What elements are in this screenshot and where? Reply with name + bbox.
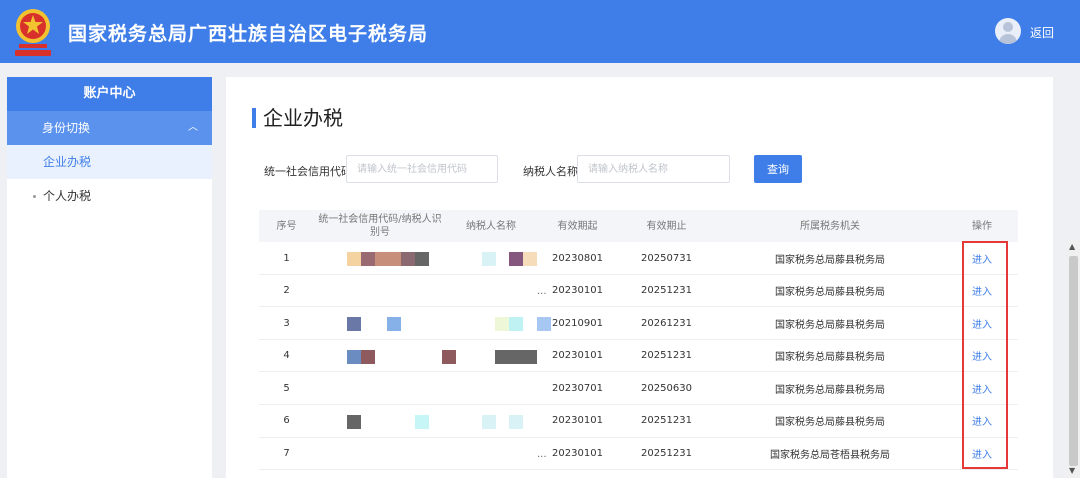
- tax-authority: 国家税务总局苍梧县税务局: [770, 450, 890, 462]
- bullet-dot-icon: [33, 195, 36, 198]
- sidebar-item-label: 个人办税: [43, 189, 92, 203]
- redacted-mosaic: [495, 317, 509, 332]
- query-button[interactable]: 查询: [754, 155, 802, 183]
- sidebar: 账户中心 身份切换 ︿ 企业办税 个人办税: [7, 77, 212, 478]
- valid-to: 20251231: [641, 285, 692, 297]
- valid-to: 20251231: [641, 415, 692, 427]
- valid-from: 20230101: [552, 448, 603, 460]
- sidebar-heading: 账户中心: [7, 77, 212, 111]
- row-index: 7: [283, 448, 290, 460]
- redacted-mosaic: [387, 317, 401, 332]
- column-header: 纳税人名称: [466, 220, 516, 232]
- valid-from: 20210901: [552, 317, 603, 329]
- enter-link[interactable]: 进入: [959, 340, 1005, 372]
- row-index: 3: [283, 317, 290, 329]
- valid-to: 20250630: [641, 382, 692, 394]
- valid-from: 20230101: [552, 415, 603, 427]
- redacted-mosaic: [415, 252, 429, 266]
- column-header: 序号: [276, 220, 297, 232]
- valid-to: 20261231: [641, 317, 692, 329]
- row-index: 5: [283, 382, 290, 394]
- redacted-mosaic: [509, 414, 523, 429]
- valid-to: 20250731: [641, 252, 692, 264]
- column-header: 统一社会信用代码/纳税人识别号: [318, 214, 442, 238]
- tax-authority: 国家税务总局藤县税务局: [775, 287, 885, 299]
- redacted-mosaic: [415, 414, 429, 429]
- valid-from: 20230101: [552, 350, 603, 362]
- sidebar-item-personal-tax[interactable]: 个人办税: [7, 179, 212, 213]
- row-index: 1: [283, 252, 290, 264]
- chevron-up-icon: ︿: [188, 122, 198, 133]
- scrollbar-thumb[interactable]: [1069, 256, 1078, 466]
- taxpayer-table: 序号 统一社会信用代码/纳税人识别号 纳税人名称 有效期起 有效期止 所属税务机…: [259, 210, 1018, 471]
- enter-link[interactable]: 进入: [959, 438, 1005, 470]
- scroll-down-icon[interactable]: ▼: [1069, 466, 1075, 475]
- sidebar-item-enterprise-tax[interactable]: 企业办税: [7, 145, 212, 179]
- redacted-mosaic: [347, 252, 361, 266]
- redacted-mosaic: [347, 349, 361, 364]
- valid-to: 20251231: [641, 448, 692, 460]
- redacted-mosaic: [482, 252, 496, 266]
- tax-authority: 国家税务总局藤县税务局: [775, 417, 885, 429]
- redacted-mosaic: [375, 252, 401, 266]
- credit-code-label: 统一社会信用代码: [264, 165, 352, 178]
- valid-to: 20251231: [641, 350, 692, 362]
- table-row: 1 20230801 20250731 国家税务总局藤县税务局 进入: [259, 242, 1018, 275]
- site-title: 国家税务总局广西壮族自治区电子税务局: [68, 23, 429, 45]
- sidebar-group-label: 身份切换: [42, 121, 91, 135]
- taxpayer-name-label: 纳税人名称: [523, 165, 578, 178]
- redacted-mosaic: [509, 252, 523, 266]
- valid-from: 20230101: [552, 285, 603, 297]
- enter-link[interactable]: 进入: [959, 405, 1005, 437]
- enter-link[interactable]: 进入: [959, 275, 1005, 307]
- taxpayer-name-input[interactable]: [577, 155, 730, 183]
- table-row: 6 20230101 20251231 国家税务总局藤县税务局 进入: [259, 405, 1018, 438]
- table-scrollbar[interactable]: ▲ ▼: [1067, 240, 1080, 478]
- top-header: 国家税务总局广西壮族自治区电子税务局 返回: [0, 0, 1080, 63]
- enter-link[interactable]: 进入: [959, 242, 1005, 274]
- user-avatar-icon[interactable]: [995, 18, 1021, 44]
- table-row: 2 ... 20230101 20251231 国家税务总局藤县税务局 进入: [259, 275, 1018, 308]
- back-link[interactable]: 返回: [1030, 24, 1054, 41]
- valid-from: 20230701: [552, 382, 603, 394]
- column-header: 有效期起: [557, 220, 598, 232]
- tax-emblem-icon: [15, 9, 51, 56]
- credit-code-input[interactable]: [346, 155, 498, 183]
- enter-link[interactable]: 进入: [959, 372, 1005, 404]
- redacted-mosaic: [361, 349, 375, 364]
- table-row: 4 20230101 20251231 国家税务总局藤县税务局 进入: [259, 340, 1018, 373]
- table-row: 7 ... 20230101 20251231 国家税务总局苍梧县税务局 进入: [259, 438, 1018, 471]
- valid-from: 20230801: [552, 252, 603, 264]
- redacted-mosaic: [347, 317, 361, 332]
- page-title: 企业办税: [252, 106, 343, 130]
- column-header: 有效期止: [646, 220, 687, 232]
- column-header: 操作: [972, 220, 992, 232]
- scroll-up-icon[interactable]: ▲: [1069, 242, 1075, 251]
- tax-authority: 国家税务总局藤县税务局: [775, 254, 885, 266]
- table-row: 5 20230701 20250630 国家税务总局藤县税务局 进入: [259, 372, 1018, 405]
- redacted-mosaic: [361, 252, 375, 266]
- redacted-mosaic: [482, 414, 496, 429]
- table-row: 3 20210901 20261231 国家税务总局藤县税务局 进入: [259, 307, 1018, 340]
- row-index: 6: [283, 415, 290, 427]
- redacted-mosaic: [495, 349, 537, 364]
- redacted-mosaic: [509, 317, 523, 332]
- redacted-mosaic: [442, 349, 456, 364]
- tax-authority: 国家税务总局藤县税务局: [775, 319, 885, 331]
- tax-authority: 国家税务总局藤县税务局: [775, 352, 885, 364]
- redacted-mosaic: [347, 414, 361, 429]
- redacted-mosaic: [401, 252, 415, 266]
- table-header: 序号 统一社会信用代码/纳税人识别号 纳税人名称 有效期起 有效期止 所属税务机…: [259, 210, 1018, 242]
- sidebar-group-identity-switch[interactable]: 身份切换 ︿: [7, 111, 212, 145]
- row-index: 2: [283, 285, 290, 297]
- column-header: 所属税务机关: [800, 220, 860, 232]
- enter-link[interactable]: 进入: [959, 307, 1005, 339]
- tax-authority: 国家税务总局藤县税务局: [775, 384, 885, 396]
- row-index: 4: [283, 350, 290, 362]
- main-panel: 企业办税 统一社会信用代码 纳税人名称 查询 序号 统一社会信用代码/纳税人识别…: [226, 77, 1053, 478]
